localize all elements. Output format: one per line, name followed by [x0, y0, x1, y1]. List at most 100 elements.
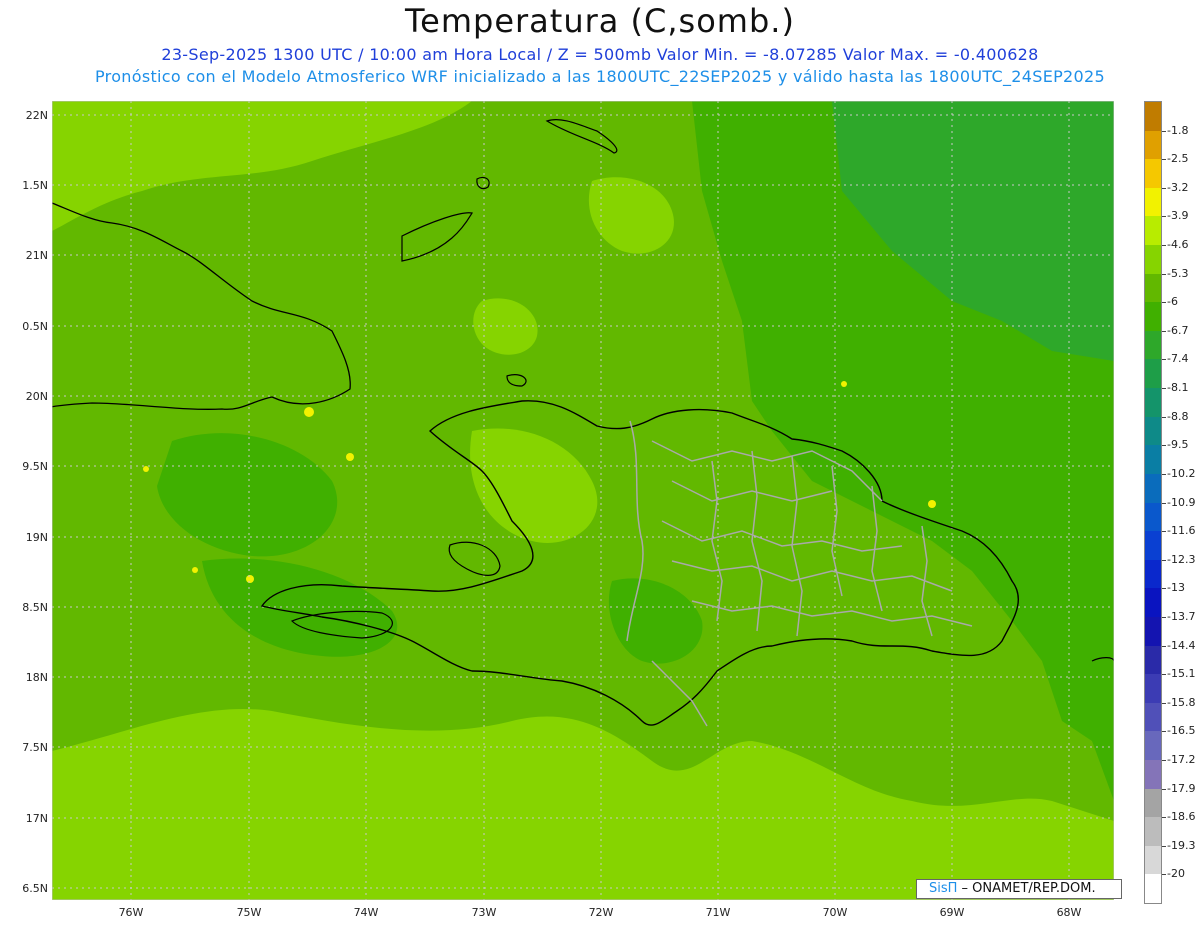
- colorbar-segment: [1145, 616, 1161, 646]
- colorbar-segment: [1145, 130, 1161, 160]
- colorbar-label: -17.9: [1167, 781, 1196, 795]
- chart-title: Temperatura (C,somb.): [405, 2, 795, 40]
- colorbar-label: -13: [1167, 581, 1185, 595]
- colorbar-segment: [1145, 245, 1161, 275]
- colorbar-segment: [1145, 388, 1161, 418]
- colorbar-segment: [1145, 359, 1161, 389]
- colorbar-label: -6: [1167, 295, 1178, 309]
- colorbar-tick: [1162, 588, 1166, 590]
- colorbar-segment: [1145, 559, 1161, 589]
- colorbar-segment: [1145, 702, 1161, 732]
- colorbar-tick: [1162, 216, 1166, 218]
- colorbar-tick: [1162, 616, 1166, 618]
- colorbar-segment: [1145, 645, 1161, 675]
- colorbar-segment: [1145, 302, 1161, 332]
- lat-label: 18N: [25, 671, 48, 684]
- colorbar-tick: [1162, 159, 1166, 161]
- colorbar-tick: [1162, 187, 1166, 189]
- colorbar-label: -3.2: [1167, 180, 1189, 194]
- lat-label: 6.5N: [22, 882, 48, 895]
- lat-label: 20N: [25, 390, 48, 403]
- credit-brand: SisΠ: [929, 881, 958, 896]
- credit-box: SisΠ – ONAMET/REP.DOM.: [916, 879, 1122, 899]
- lon-label: 69W: [939, 906, 965, 919]
- warm-spot: [346, 453, 354, 461]
- lon-label: 73W: [471, 906, 497, 919]
- colorbar-label: -14.4: [1167, 638, 1196, 652]
- colorbar-tick: [1162, 330, 1166, 332]
- subtitle-model-info: Pronóstico con el Modelo Atmosferico WRF…: [95, 67, 1105, 86]
- subtitle-valid-time: 23-Sep-2025 1300 UTC / 10:00 am Hora Loc…: [161, 45, 1039, 64]
- lat-label: 17N: [25, 812, 48, 825]
- colorbar-tick: [1162, 130, 1166, 132]
- colorbar-tick: [1162, 473, 1166, 475]
- colorbar-label: -9.5: [1167, 438, 1189, 452]
- colorbar-segment: [1145, 845, 1161, 875]
- colorbar-tick: [1162, 731, 1166, 733]
- colorbar-label: -20: [1167, 867, 1185, 881]
- lat-label: 1.5N: [22, 179, 48, 192]
- lon-label: 75W: [236, 906, 262, 919]
- temperature-map: [52, 101, 1114, 900]
- colorbar-label: -8.8: [1167, 409, 1189, 423]
- colorbar-label: -15.8: [1167, 695, 1196, 709]
- colorbar: [1144, 101, 1162, 904]
- lon-label: 71W: [705, 906, 731, 919]
- colorbar-tick: [1162, 531, 1166, 533]
- colorbar-tick: [1162, 359, 1166, 361]
- colorbar-label: -16.5: [1167, 724, 1196, 738]
- colorbar-segment: [1145, 502, 1161, 532]
- colorbar-label: -19.3: [1167, 838, 1196, 852]
- colorbar-label: -15.1: [1167, 667, 1196, 681]
- colorbar-label: -13.7: [1167, 609, 1196, 623]
- colorbar-label: -2.5: [1167, 152, 1189, 166]
- colorbar-tick: [1162, 502, 1166, 504]
- warm-spot: [928, 500, 936, 508]
- lon-label: 70W: [822, 906, 848, 919]
- colorbar-tick: [1162, 674, 1166, 676]
- colorbar-label: -7.4: [1167, 352, 1189, 366]
- colorbar-tick: [1162, 645, 1166, 647]
- lat-label: 21N: [25, 249, 48, 262]
- lat-label: 22N: [25, 109, 48, 122]
- colorbar-segment: [1145, 817, 1161, 847]
- colorbar-tick: [1162, 559, 1166, 561]
- colorbar-label: -18.6: [1167, 810, 1196, 824]
- colorbar-segment: [1145, 445, 1161, 475]
- colorbar-segment: [1145, 588, 1161, 618]
- colorbar-segment: [1145, 159, 1161, 189]
- warm-spot: [246, 575, 254, 583]
- colorbar-label: -17.2: [1167, 752, 1196, 766]
- lat-label: 8.5N: [22, 601, 48, 614]
- colorbar-label: -12.3: [1167, 552, 1196, 566]
- colorbar-tick: [1162, 845, 1166, 847]
- colorbar-tick: [1162, 273, 1166, 275]
- colorbar-label: -4.6: [1167, 238, 1189, 252]
- colorbar-tick: [1162, 302, 1166, 304]
- colorbar-segment: [1145, 330, 1161, 360]
- colorbar-tick: [1162, 874, 1166, 876]
- lat-label: 19N: [25, 531, 48, 544]
- colorbar-label: -11.6: [1167, 524, 1196, 538]
- colorbar-label: -5.3: [1167, 266, 1189, 280]
- colorbar-label: -1.8: [1167, 123, 1189, 137]
- colorbar-tick: [1162, 788, 1166, 790]
- colorbar-segment: [1145, 674, 1161, 704]
- colorbar-tick: [1162, 759, 1166, 761]
- lon-label: 76W: [118, 906, 144, 919]
- colorbar-tick: [1162, 817, 1166, 819]
- colorbar-segment: [1145, 874, 1161, 904]
- lon-label: 74W: [353, 906, 379, 919]
- credit-text: – ONAMET/REP.DOM.: [957, 881, 1096, 896]
- lon-label: 72W: [588, 906, 614, 919]
- colorbar-segment: [1145, 102, 1161, 131]
- colorbar-segment: [1145, 216, 1161, 246]
- colorbar-tick: [1162, 445, 1166, 447]
- colorbar-tick: [1162, 245, 1166, 247]
- colorbar-label: -3.9: [1167, 209, 1189, 223]
- colorbar-segment: [1145, 731, 1161, 761]
- colorbar-segment: [1145, 759, 1161, 789]
- colorbar-label: -8.1: [1167, 381, 1189, 395]
- map-canvas: [52, 101, 1114, 900]
- warm-spot: [841, 381, 847, 387]
